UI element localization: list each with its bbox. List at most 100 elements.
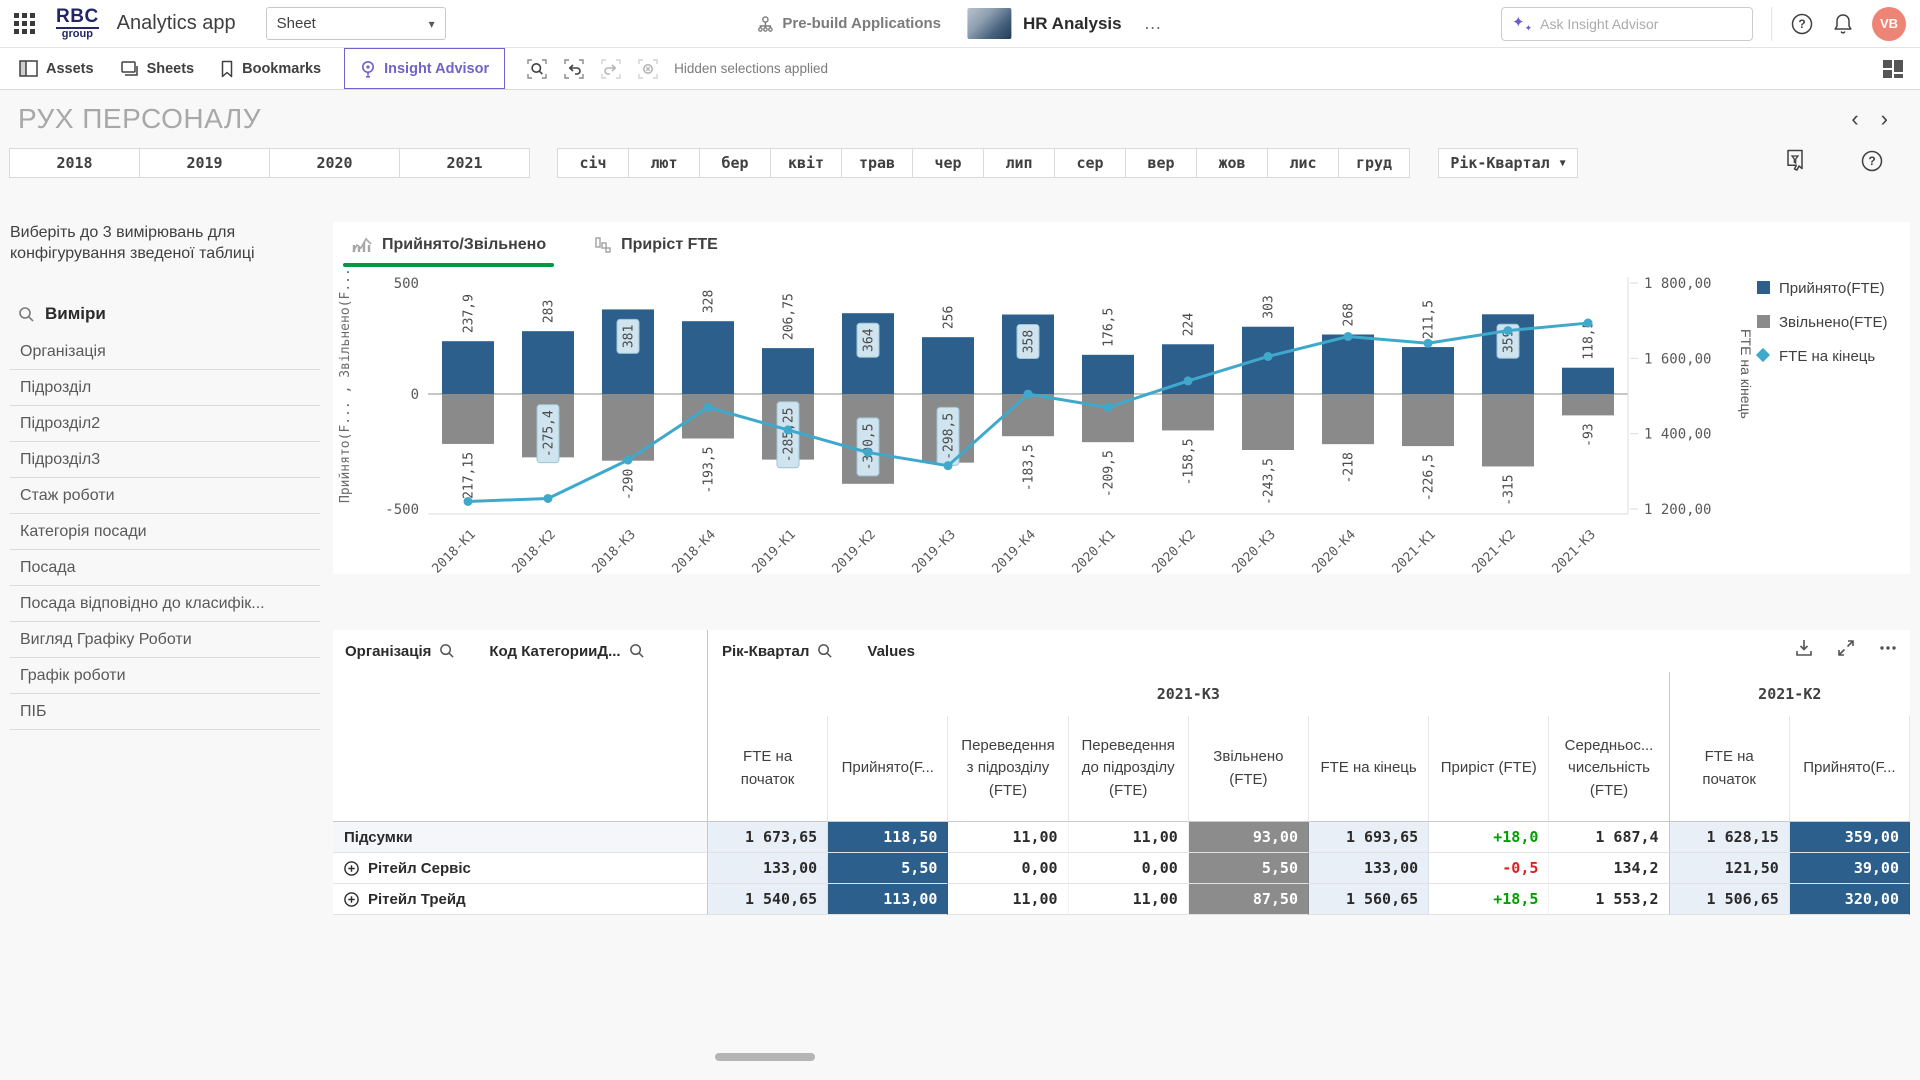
search-icon[interactable] [18,306,35,323]
more-options-icon[interactable] [1878,638,1898,658]
period-group-header[interactable]: 2021-K2 [1670,672,1910,716]
dismissed-bar[interactable] [1002,394,1054,436]
search-selections-icon[interactable] [525,57,549,81]
fte-line-point[interactable] [1104,403,1113,412]
tab-fte-growth[interactable]: Приріст FTE [590,222,722,267]
month-button-бер[interactable]: бер [699,148,771,178]
prev-sheet-chevron[interactable]: ‹ [1851,108,1858,130]
dismissed-bar[interactable] [682,394,734,439]
dismissed-bar[interactable] [1482,394,1534,466]
hired-bar[interactable] [762,348,814,394]
month-button-квіт[interactable]: квіт [770,148,842,178]
pivot-row-label[interactable]: Рітейл Сервіс [333,853,708,884]
dismissed-bar[interactable] [1402,394,1454,446]
more-menu-icon[interactable]: … [1144,13,1164,34]
pivot-row-label[interactable]: Рітейл Трейд [333,884,708,915]
fte-line-point[interactable] [784,425,793,434]
dimension-list-item[interactable]: ПІБ [10,694,320,730]
assets-button[interactable]: Assets [6,48,107,89]
hired-bar[interactable] [682,321,734,394]
period-group-header[interactable]: 2021-K3 [708,672,1670,716]
fte-line-point[interactable] [864,448,873,457]
year-button-2021[interactable]: 2021 [399,148,530,178]
dim-header[interactable]: Організація [345,643,455,660]
dimension-list-item[interactable]: Підрозділ3 [10,442,320,478]
dismissed-bar[interactable] [602,394,654,461]
year-button-2018[interactable]: 2018 [9,148,140,178]
dimension-list-item[interactable]: Організація [10,334,320,370]
avatar[interactable]: VB [1872,7,1906,41]
month-button-сер[interactable]: сер [1054,148,1126,178]
dismissed-bar[interactable] [1322,394,1374,444]
year-button-2019[interactable]: 2019 [139,148,270,178]
month-button-груд[interactable]: груд [1338,148,1410,178]
fte-line-point[interactable] [464,497,473,506]
tab-hired-dismissed[interactable]: Прийнято/Звільнено [347,222,550,267]
prebuild-applications-link[interactable]: Pre-build Applications [756,15,941,33]
dismissed-bar[interactable] [1162,394,1214,430]
insight-advisor-search[interactable]: ✦✦ [1501,7,1753,41]
fte-line-point[interactable] [1584,319,1593,328]
fte-line-point[interactable] [544,494,553,503]
fte-line-point[interactable] [624,456,633,465]
hired-bar[interactable] [522,331,574,394]
expand-row-icon[interactable] [344,861,359,876]
month-button-лют[interactable]: лют [628,148,700,178]
hired-bar[interactable] [442,341,494,394]
dimension-list-item[interactable]: Графік роботи [10,658,320,694]
dimension-list-item[interactable]: Підрозділ [10,370,320,406]
col-dim-header[interactable]: Рік-Квартал [722,643,833,660]
dim-header[interactable]: Код КатегорииД... [489,643,644,660]
sheet-help-icon[interactable]: ? [1860,149,1884,178]
month-button-жов[interactable]: жов [1196,148,1268,178]
month-button-січ[interactable]: січ [557,148,629,178]
app-launcher-icon[interactable] [14,13,36,35]
combo-chart[interactable]: 5000-500Прийнято(F... , Звільнено(F...23… [333,267,1920,573]
step-back-icon[interactable] [562,57,586,81]
dismissed-bar[interactable] [442,394,494,444]
dimension-list-item[interactable]: Категорія посади [10,514,320,550]
month-button-чер[interactable]: чер [912,148,984,178]
period-dropdown[interactable]: Рік-Квартал ▼ [1438,148,1578,178]
fte-line-point[interactable] [704,403,713,412]
search-icon[interactable] [439,643,455,659]
month-button-вер[interactable]: вер [1125,148,1197,178]
pivot-row-label[interactable]: Підсумки [333,822,708,853]
dimension-list-item[interactable]: Посада відповідно до класифік... [10,586,320,622]
fullscreen-icon[interactable] [1836,638,1856,658]
month-button-трав[interactable]: трав [841,148,913,178]
dimension-list-item[interactable]: Стаж роботи [10,478,320,514]
hired-bar[interactable] [1562,368,1614,394]
search-icon[interactable] [817,643,833,659]
horizontal-scrollbar[interactable] [715,1053,815,1061]
sheet-grid-view-icon[interactable] [1882,59,1904,79]
dimension-list-item[interactable]: Підрозділ2 [10,406,320,442]
fte-line-point[interactable] [1344,332,1353,341]
hired-bar[interactable] [1082,355,1134,394]
fte-line-point[interactable] [1264,352,1273,361]
selections-tool-icon[interactable] [1784,149,1806,178]
fte-line-point[interactable] [1504,326,1513,335]
notifications-bell-icon[interactable] [1832,12,1854,36]
dimension-list-item[interactable]: Посада [10,550,320,586]
hired-bar[interactable] [1402,347,1454,394]
ask-insight-advisor-input[interactable] [1540,16,1742,32]
sheet-selector[interactable]: Sheet ▾ [266,7,446,40]
dimension-list-item[interactable]: Вигляд Графіку Роботи [10,622,320,658]
step-forward-icon[interactable] [599,57,623,81]
year-button-2020[interactable]: 2020 [269,148,400,178]
fte-line-point[interactable] [1184,376,1193,385]
search-icon[interactable] [629,643,645,659]
insight-advisor-button[interactable]: Insight Advisor [344,48,505,89]
next-sheet-chevron[interactable]: › [1881,108,1888,130]
help-icon[interactable]: ? [1790,12,1814,36]
fte-line-point[interactable] [944,461,953,470]
hired-bar[interactable] [922,337,974,394]
bookmarks-button[interactable]: Bookmarks [207,48,334,89]
sheets-button[interactable]: Sheets [107,48,208,89]
download-icon[interactable] [1794,638,1814,658]
expand-row-icon[interactable] [344,892,359,907]
month-button-лип[interactable]: лип [983,148,1055,178]
fte-line-point[interactable] [1424,339,1433,348]
month-button-лис[interactable]: лис [1267,148,1339,178]
